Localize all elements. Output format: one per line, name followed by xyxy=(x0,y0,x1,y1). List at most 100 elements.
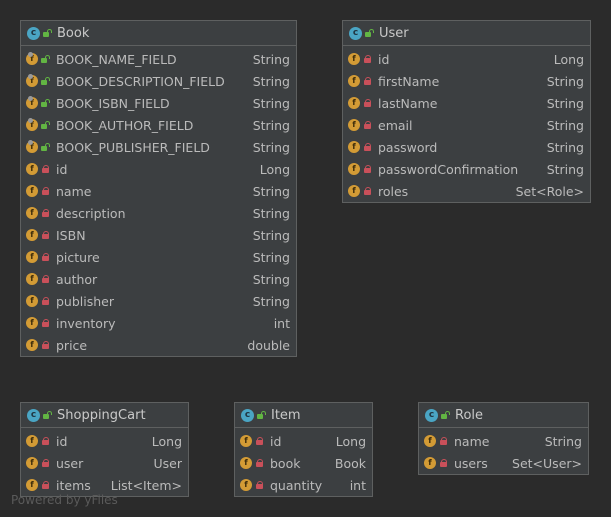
private-lock-icon xyxy=(363,121,371,129)
field-icon: f xyxy=(26,185,38,197)
field-row[interactable]: f id Long xyxy=(235,430,372,452)
field-row[interactable]: f name String xyxy=(21,180,296,202)
field-type: String xyxy=(252,117,290,133)
private-lock-icon xyxy=(363,143,371,151)
field-name: id xyxy=(378,51,390,67)
field-name: publisher xyxy=(56,293,115,309)
field-icon: f xyxy=(26,479,38,491)
field-type: int xyxy=(273,315,290,331)
field-row[interactable]: f BOOK_AUTHOR_FIELD String xyxy=(21,114,296,136)
field-row[interactable]: f password String xyxy=(343,136,590,158)
field-row[interactable]: f picture String xyxy=(21,246,296,268)
class-title: Role xyxy=(455,407,484,423)
public-visibility-icon xyxy=(43,411,52,419)
field-name: BOOK_ISBN_FIELD xyxy=(56,95,170,111)
field-type: String xyxy=(546,95,584,111)
field-type: Long xyxy=(335,433,366,449)
field-icon: f xyxy=(348,185,360,197)
field-row[interactable]: f id Long xyxy=(21,430,188,452)
field-icon: f xyxy=(26,339,38,351)
field-type: Set<Role> xyxy=(515,183,584,199)
field-row[interactable]: f lastName String xyxy=(343,92,590,114)
watermark: Powered by yFiles xyxy=(11,493,118,507)
class-icon: c xyxy=(27,26,40,40)
field-icon: f xyxy=(26,317,38,329)
field-icon: f xyxy=(424,457,436,469)
field-name: quantity xyxy=(270,477,323,493)
field-icon: f xyxy=(26,435,38,447)
field-row[interactable]: f BOOK_PUBLISHER_FIELD String xyxy=(21,136,296,158)
class-user[interactable]: c User f id Long f firstName String f lastName S… xyxy=(342,20,591,203)
field-type: Long xyxy=(553,51,584,67)
field-row[interactable]: f users Set<User> xyxy=(419,452,588,474)
class-title: User xyxy=(379,25,409,41)
field-row[interactable]: f email String xyxy=(343,114,590,136)
field-name: passwordConfirmation xyxy=(378,161,519,177)
field-icon: f xyxy=(240,479,252,491)
field-icon: f xyxy=(348,53,360,65)
field-row[interactable]: f roles Set<Role> xyxy=(343,180,590,202)
public-lock-icon xyxy=(41,99,50,107)
field-row[interactable]: f passwordConfirmation String xyxy=(343,158,590,180)
field-name: author xyxy=(56,271,98,287)
field-type: String xyxy=(252,205,290,221)
field-icon: f xyxy=(26,251,38,263)
field-type: List<Item> xyxy=(110,477,182,493)
field-row[interactable]: f book Book xyxy=(235,452,372,474)
field-type: Set<User> xyxy=(512,455,582,471)
field-icon: f xyxy=(348,75,360,87)
field-type: double xyxy=(247,337,290,353)
field-name: id xyxy=(56,433,68,449)
field-row[interactable]: f id Long xyxy=(343,48,590,70)
class-title: Book xyxy=(57,25,90,41)
field-row[interactable]: f name String xyxy=(419,430,588,452)
field-row[interactable]: f author String xyxy=(21,268,296,290)
class-header: c Role xyxy=(419,403,588,428)
class-role[interactable]: c Role f name String f users Set<User> xyxy=(418,402,589,475)
field-icon: f xyxy=(240,457,252,469)
class-item[interactable]: c Item f id Long f book Book f quantity int xyxy=(234,402,373,497)
field-type: String xyxy=(546,73,584,89)
field-type: String xyxy=(252,73,290,89)
private-lock-icon xyxy=(255,459,263,467)
field-name: BOOK_DESCRIPTION_FIELD xyxy=(56,73,225,89)
field-type: String xyxy=(546,117,584,133)
field-row[interactable]: f quantity int xyxy=(235,474,372,496)
private-lock-icon xyxy=(363,187,371,195)
field-list: f id Long f book Book f quantity int xyxy=(235,428,372,496)
field-type: String xyxy=(252,51,290,67)
field-icon: f xyxy=(26,96,38,109)
field-row[interactable]: f BOOK_NAME_FIELD String xyxy=(21,48,296,70)
field-list: f name String f users Set<User> xyxy=(419,428,588,474)
field-name: price xyxy=(56,337,88,353)
field-icon: f xyxy=(240,435,252,447)
field-type: Book xyxy=(334,455,366,471)
field-row[interactable]: f firstName String xyxy=(343,70,590,92)
field-row[interactable]: f publisher String xyxy=(21,290,296,312)
field-type: String xyxy=(544,433,582,449)
field-row[interactable]: f id Long xyxy=(21,158,296,180)
field-icon: f xyxy=(348,119,360,131)
field-name: user xyxy=(56,455,84,471)
class-book[interactable]: c Book f BOOK_NAME_FIELD String f BOOK_DESCR… xyxy=(20,20,297,357)
private-lock-icon xyxy=(41,297,49,305)
field-list: f BOOK_NAME_FIELD String f BOOK_DESCRIPTION_… xyxy=(21,46,296,356)
field-icon: f xyxy=(26,273,38,285)
class-shopping-cart[interactable]: c ShoppingCart f id Long f user User f items Lis… xyxy=(20,402,189,497)
field-row[interactable]: f inventory int xyxy=(21,312,296,334)
field-type: String xyxy=(252,139,290,155)
private-lock-icon xyxy=(41,165,49,173)
field-row[interactable]: f price double xyxy=(21,334,296,356)
field-row[interactable]: f description String xyxy=(21,202,296,224)
field-row[interactable]: f BOOK_ISBN_FIELD String xyxy=(21,92,296,114)
field-name: items xyxy=(56,477,91,493)
field-row[interactable]: f BOOK_DESCRIPTION_FIELD String xyxy=(21,70,296,92)
field-name: inventory xyxy=(56,315,116,331)
private-lock-icon xyxy=(41,437,49,445)
field-row[interactable]: f ISBN String xyxy=(21,224,296,246)
field-row[interactable]: f user User xyxy=(21,452,188,474)
private-lock-icon xyxy=(255,481,263,489)
private-lock-icon xyxy=(41,481,49,489)
field-name: users xyxy=(454,455,488,471)
field-name: id xyxy=(270,433,282,449)
